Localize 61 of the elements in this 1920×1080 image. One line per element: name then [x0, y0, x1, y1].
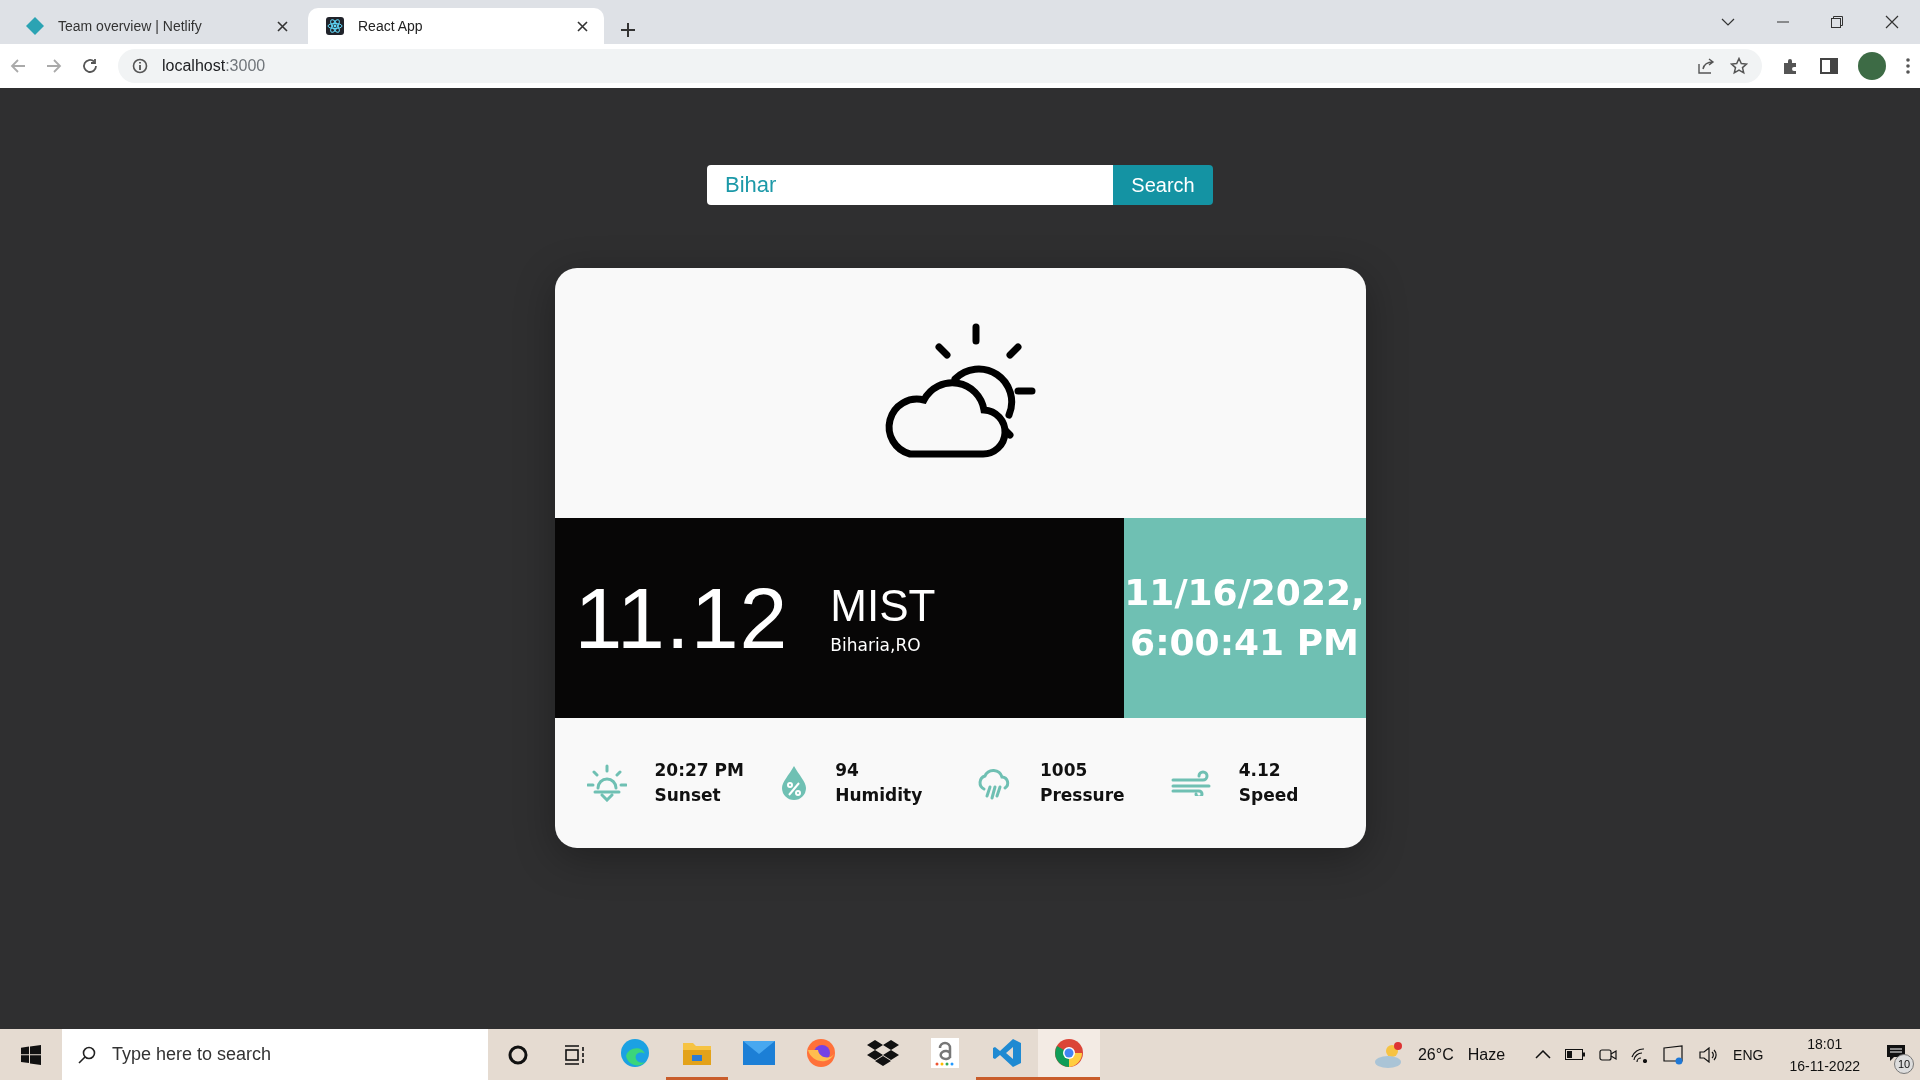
weather-condition[interactable]: Haze — [1467, 1045, 1506, 1064]
percent-drop-icon — [781, 766, 808, 800]
battery-icon[interactable] — [1565, 1049, 1586, 1060]
side-panel-icon[interactable] — [1820, 57, 1838, 75]
info-icon[interactable] — [132, 58, 148, 74]
more-menu-icon[interactable] — [1906, 58, 1910, 74]
weather-condition: MIST — [830, 581, 936, 631]
diamond-logo-icon — [26, 17, 44, 35]
date-time: 11/16/2022, — [1124, 571, 1365, 615]
restore-icon[interactable] — [1831, 16, 1843, 28]
atom-logo-icon — [326, 17, 344, 35]
profile-avatar[interactable] — [1858, 52, 1886, 80]
browser-tab[interactable]: Team overview | Netlify — [8, 8, 304, 44]
letter-tile-icon[interactable] — [931, 1038, 959, 1068]
close-icon[interactable] — [1885, 15, 1899, 29]
wind-icon — [1170, 770, 1211, 796]
display-sync-icon[interactable] — [1663, 1044, 1686, 1065]
clock-time[interactable]: 18:01 — [1807, 1032, 1843, 1055]
stat-value: 20:27 PM — [654, 759, 744, 782]
cortana-circle-icon[interactable] — [508, 1044, 528, 1065]
address-bar[interactable]: localhost:3000 — [118, 49, 1762, 83]
weather-temperature[interactable]: 26°C — [1417, 1045, 1454, 1064]
wifi-icon[interactable] — [1631, 1046, 1650, 1063]
stat-label: Speed — [1238, 784, 1299, 807]
stat-label: Humidity — [835, 784, 923, 807]
stat-value: 94 — [835, 759, 860, 782]
language-indicator[interactable]: ENG — [1733, 1046, 1764, 1063]
search-placeholder: Type here to search — [112, 1044, 272, 1065]
camera-icon[interactable] — [1599, 1046, 1618, 1063]
url-text: localhost:3000 — [162, 57, 266, 75]
weather-cloud-icon[interactable] — [1373, 1040, 1404, 1069]
date-time: 6:00:41 PM — [1130, 621, 1359, 665]
star-icon[interactable] — [1730, 57, 1748, 75]
code-editor-icon[interactable] — [992, 1038, 1022, 1068]
task-view-icon[interactable] — [564, 1044, 586, 1065]
reload-icon[interactable] — [82, 58, 98, 74]
open-box-icon[interactable] — [867, 1039, 899, 1067]
clock-date[interactable]: 16-11-2022 — [1789, 1054, 1860, 1077]
stat-label: Sunset — [654, 784, 722, 807]
stat-value: 4.12 — [1238, 759, 1282, 782]
location: Biharia,RO — [830, 635, 922, 655]
chevron-down-icon[interactable] — [1721, 18, 1735, 26]
close-icon[interactable] — [577, 20, 588, 32]
share-icon[interactable] — [1698, 58, 1716, 74]
sunset-icon — [586, 764, 627, 802]
browser-tab[interactable]: React App — [308, 8, 604, 44]
taskbar-search-field[interactable]: Type here to search — [62, 1029, 488, 1080]
stat-label: Pressure — [1040, 784, 1125, 807]
new-tab-icon[interactable] — [620, 22, 636, 38]
chevron-up-icon[interactable] — [1535, 1050, 1552, 1059]
windows-start-icon[interactable] — [21, 1044, 41, 1065]
temperature: 11.12 — [574, 568, 789, 668]
close-icon[interactable] — [277, 20, 288, 32]
search-icon — [78, 1045, 96, 1064]
speaker-icon[interactable] — [1699, 1046, 1720, 1063]
browser-icon[interactable] — [1054, 1038, 1084, 1068]
stat-value: 1005 — [1040, 759, 1089, 782]
notification-count: 10 — [1894, 1053, 1914, 1074]
search-button[interactable]: Search — [1113, 165, 1213, 205]
folder-icon[interactable] — [682, 1040, 712, 1066]
fox-globe-icon[interactable] — [806, 1038, 836, 1068]
